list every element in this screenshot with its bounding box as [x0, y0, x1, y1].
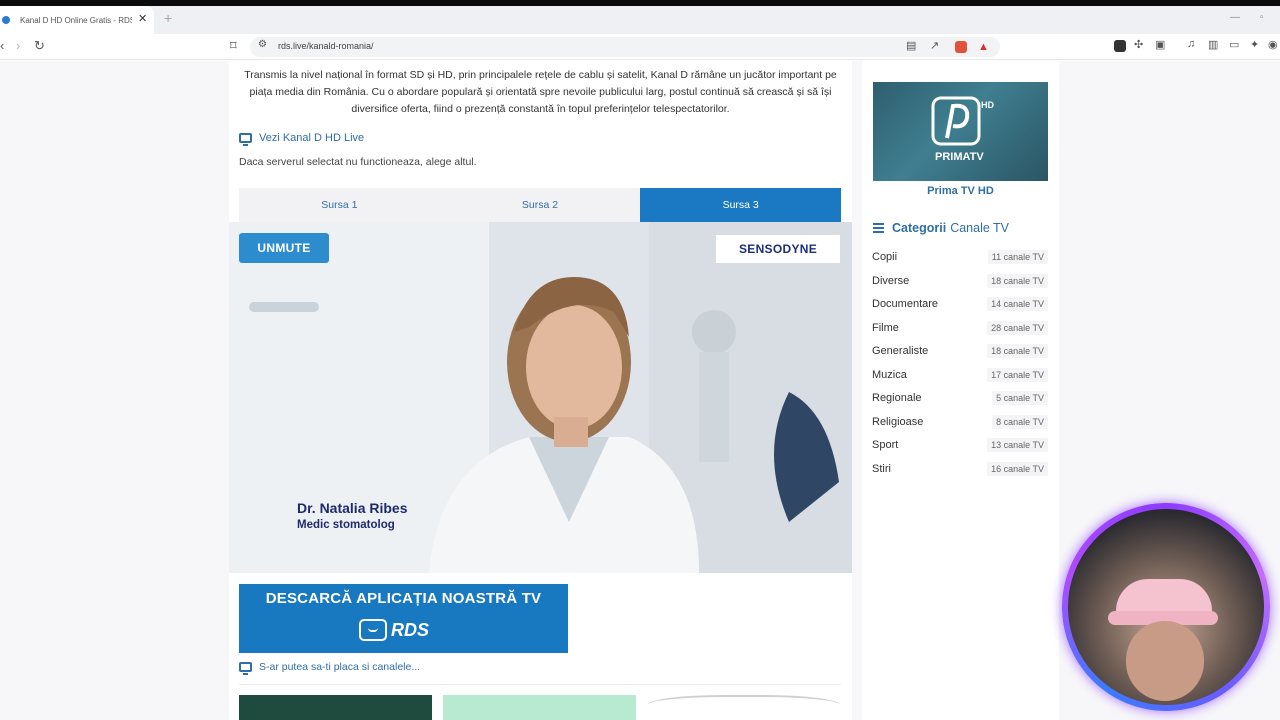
tab-bar: Kanal D HD Online Gratis - RDS ✕ + — ▫ [0, 6, 1280, 34]
site-info-icon[interactable]: ⚙ [258, 39, 267, 50]
rds-logo-text: RDS [391, 619, 430, 640]
sidebar-icon[interactable]: ▥ [1208, 38, 1218, 51]
related-label: S-ar putea sa-ti placa si canalele... [259, 661, 421, 673]
prima-tv-logo-text: PRIMATV [935, 151, 984, 163]
category-count: 11 canale TV [987, 249, 1048, 264]
categories-title-bold: Categorii [892, 221, 947, 235]
category-item[interactable]: Diverse 18 canale TV [872, 269, 1048, 292]
wallet-icon[interactable]: ▭ [1229, 38, 1239, 51]
forward-icon[interactable]: › [16, 38, 20, 53]
divider [239, 684, 841, 685]
ai-icon[interactable]: ✦ [1250, 38, 1259, 51]
bookmark-icon[interactable]: ⌑ [230, 38, 237, 54]
back-icon[interactable]: ‹ [0, 38, 4, 53]
category-name: Stiri [872, 462, 891, 475]
category-item[interactable]: Regionale 5 canale TV [872, 386, 1048, 409]
prima-tv-caption[interactable]: Prima TV HD [873, 185, 1048, 197]
maximize-icon[interactable]: ▫ [1260, 12, 1264, 23]
category-name: Filme [872, 321, 899, 334]
url-text: rds.live/kanald-romania/ [278, 41, 374, 51]
related-heading: S-ar putea sa-ti placa si canalele... [239, 661, 421, 675]
browser-tab[interactable]: Kanal D HD Online Gratis - RDS ✕ [0, 6, 154, 34]
screenshot-icon[interactable]: ▣ [1155, 38, 1165, 51]
live-link-label: Vezi Kanal D HD Live [259, 132, 365, 144]
category-name: Diverse [872, 274, 910, 287]
category-count: 16 canale TV [987, 461, 1048, 476]
category-item[interactable]: Documentare 14 canale TV [872, 292, 1048, 315]
tv-icon [239, 662, 252, 675]
webcam-overlay [1062, 503, 1270, 711]
category-count: 13 canale TV [987, 437, 1048, 452]
navigation-bar: ‹ › ↻ ⌑ ⚙ rds.live/kanald-romania/ ▤ ↗ ▲… [0, 34, 1280, 60]
category-name: Muzica [872, 368, 907, 381]
category-count: 5 canale TV [992, 390, 1048, 405]
category-item[interactable]: Sport 13 canale TV [872, 433, 1048, 456]
tv-smile-icon [359, 619, 387, 641]
category-name: Religioase [872, 415, 924, 428]
rds-logo: RDS [359, 614, 449, 646]
category-count: 28 canale TV [987, 320, 1048, 335]
banner-text: DESCARCĂ APLICAȚIA NOASTRĂ TV [265, 590, 542, 607]
category-name: Generaliste [872, 344, 929, 357]
main-content: Transmis la nivel național în format SD … [229, 61, 852, 720]
speaker-icon [2, 16, 10, 24]
category-item[interactable]: Stiri 16 canale TV [872, 457, 1048, 480]
category-item[interactable]: Muzica 17 canale TV [872, 363, 1048, 386]
tv-icon [239, 133, 252, 146]
close-tab-icon[interactable]: ✕ [138, 12, 147, 25]
reload-icon[interactable]: ↻ [34, 38, 45, 54]
category-count: 14 canale TV [987, 296, 1048, 311]
video-player[interactable]: UNMUTE SENSODYNE Dr. Natalia Ribes Medic… [229, 222, 852, 573]
channel-thumbnail[interactable] [443, 695, 636, 720]
profile-icon[interactable]: ◉ [1268, 38, 1278, 51]
categories-title-rest: Canale TV [950, 221, 1010, 235]
category-count: 18 canale TV [987, 273, 1048, 288]
tab-title: Kanal D HD Online Gratis - RDS [20, 15, 132, 25]
server-note: Daca serverul selectat nu functioneaza, … [239, 156, 477, 168]
tab-sursa-2[interactable]: Sursa 2 [440, 188, 641, 222]
category-name: Sport [872, 438, 899, 451]
sidebar: PRIMATV HD Prima TV HD Categorii Canale … [862, 61, 1059, 720]
address-bar[interactable]: ⚙ rds.live/kanald-romania/ ▤ ↗ ▲ [250, 37, 1000, 57]
category-name: Regionale [872, 391, 922, 404]
tab-sursa-1[interactable]: Sursa 1 [239, 188, 440, 222]
prima-tv-hd-text: HD [981, 100, 994, 110]
prima-tv-thumbnail[interactable]: PRIMATV HD [873, 82, 1048, 181]
list-icon [873, 221, 884, 235]
category-item[interactable]: Copii 11 canale TV [872, 245, 1048, 268]
category-count: 17 canale TV [987, 367, 1048, 382]
category-item[interactable]: Filme 28 canale TV [872, 316, 1048, 339]
tab-sursa-3[interactable]: Sursa 3 [640, 188, 842, 222]
ad-brand-logo: SENSODYNE [716, 235, 840, 263]
category-count: 8 canale TV [992, 414, 1048, 429]
rewards-icon[interactable]: ▲ [978, 41, 990, 53]
webcam-video [1068, 509, 1264, 705]
person-name: Dr. Natalia Ribes [297, 500, 408, 516]
share-icon[interactable]: ↗ [930, 39, 939, 52]
music-icon[interactable]: ♫ [1187, 38, 1195, 50]
category-name: Documentare [872, 297, 939, 310]
reader-icon[interactable]: ▤ [906, 39, 916, 52]
face [1126, 621, 1204, 701]
unmute-button[interactable]: UNMUTE [239, 233, 329, 263]
minimize-icon[interactable]: — [1230, 12, 1240, 23]
source-tabs: Sursa 1 Sursa 2 Sursa 3 [239, 188, 842, 222]
category-count: 18 canale TV [987, 343, 1048, 358]
app-download-banner[interactable]: DESCARCĂ APLICAȚIA NOASTRĂ TV RDS [239, 584, 568, 653]
category-item[interactable]: Generaliste 18 canale TV [872, 339, 1048, 362]
intro-paragraph: Transmis la nivel național în format SD … [244, 69, 837, 115]
person-role: Medic stomatolog [297, 519, 395, 531]
new-tab-button[interactable]: + [164, 10, 172, 26]
channel-thumbnail[interactable] [239, 695, 432, 720]
categories-heading: Categorii Canale TV [873, 221, 1009, 235]
category-name: Copii [872, 250, 898, 263]
live-link[interactable]: Vezi Kanal D HD Live [239, 132, 365, 146]
category-item[interactable]: Religioase 8 canale TV [872, 410, 1048, 433]
shield-icon[interactable] [955, 41, 967, 53]
prima-tv-logo: PRIMATV HD [931, 96, 994, 163]
extension-icon[interactable] [1114, 40, 1126, 52]
puzzle-icon[interactable]: ✣ [1134, 38, 1143, 51]
channel-thumbnail[interactable] [647, 695, 840, 720]
